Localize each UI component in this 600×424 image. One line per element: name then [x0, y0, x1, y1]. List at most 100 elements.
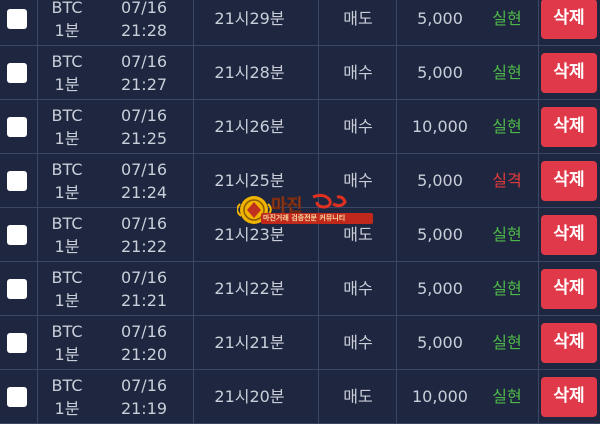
- column-divider: [318, 316, 319, 369]
- delete-button[interactable]: 삭제: [541, 214, 597, 255]
- delete-button[interactable]: 삭제: [541, 0, 597, 39]
- asset-symbol: BTC: [51, 159, 83, 179]
- round-cell: 21시22분: [192, 262, 307, 315]
- row-select-cell[interactable]: [0, 262, 36, 315]
- result-cell: 실현: [476, 262, 538, 315]
- trade-result: 실현: [492, 333, 522, 352]
- row-checkbox[interactable]: [7, 170, 27, 191]
- table-row: BTC 1분 07/16 21:19 21시20분 매도 10,000 실현 삭…: [0, 370, 600, 424]
- column-divider: [318, 370, 319, 423]
- asset-cell: BTC 1분: [38, 208, 96, 261]
- delete-button[interactable]: 삭제: [541, 52, 597, 93]
- asset-symbol: BTC: [51, 213, 83, 233]
- round-cell: 21시26분: [192, 100, 307, 153]
- trade-amount: 10,000: [412, 387, 468, 406]
- asset-cell: BTC 1분: [38, 316, 96, 369]
- delete-button[interactable]: 삭제: [541, 106, 597, 147]
- trade-date: 07/16: [120, 375, 168, 395]
- delete-cell: 삭제: [538, 316, 600, 369]
- amount-cell: 5,000: [396, 262, 484, 315]
- trade-date: 07/16: [120, 321, 168, 341]
- row-checkbox[interactable]: [7, 8, 27, 29]
- type-cell: 매도: [322, 370, 394, 423]
- trade-amount: 10,000: [412, 117, 468, 136]
- table-row: BTC 1분 07/16 21:20 21시21분 매수 5,000 실현 삭제: [0, 316, 600, 370]
- asset-interval: 1분: [54, 290, 80, 310]
- trade-time: 21:28: [120, 20, 168, 40]
- round-label: 21시25분: [214, 171, 285, 190]
- time-cell: 07/16 21:20: [96, 316, 192, 369]
- round-label: 21시26분: [214, 117, 285, 136]
- round-label: 21시23분: [214, 225, 285, 244]
- trade-type: 매수: [343, 171, 373, 190]
- delete-cell: 삭제: [538, 0, 600, 45]
- type-cell: 매수: [322, 316, 394, 369]
- column-divider: [318, 0, 319, 45]
- type-cell: 매수: [322, 100, 394, 153]
- delete-button[interactable]: 삭제: [541, 160, 597, 201]
- row-checkbox[interactable]: [7, 224, 27, 245]
- asset-interval: 1분: [54, 20, 80, 40]
- row-select-cell[interactable]: [0, 370, 36, 423]
- result-cell: 실현: [476, 316, 538, 369]
- row-select-cell[interactable]: [0, 316, 36, 369]
- round-cell: 21시23분: [192, 208, 307, 261]
- trade-type: 매수: [343, 333, 373, 352]
- type-cell: 매수: [322, 154, 394, 207]
- trade-type: 매도: [343, 9, 373, 28]
- table-row: BTC 1분 07/16 21:27 21시28분 매수 5,000 실현 삭제: [0, 46, 600, 100]
- asset-symbol: BTC: [51, 267, 83, 287]
- row-checkbox[interactable]: [7, 386, 27, 407]
- trade-amount: 5,000: [417, 333, 463, 352]
- trade-result: 실현: [492, 9, 522, 28]
- row-checkbox[interactable]: [7, 278, 27, 299]
- amount-cell: 5,000: [396, 208, 484, 261]
- trade-time: 21:24: [120, 182, 168, 202]
- time-cell: 07/16 21:22: [96, 208, 192, 261]
- trade-type: 매수: [343, 279, 373, 298]
- row-select-cell[interactable]: [0, 100, 36, 153]
- asset-cell: BTC 1분: [38, 0, 96, 45]
- column-divider: [318, 262, 319, 315]
- row-select-cell[interactable]: [0, 46, 36, 99]
- row-select-cell[interactable]: [0, 154, 36, 207]
- trade-type: 매도: [343, 387, 373, 406]
- asset-symbol: BTC: [51, 51, 83, 71]
- table-row: BTC 1분 07/16 21:25 21시26분 매수 10,000 실현 삭…: [0, 100, 600, 154]
- trade-time: 21:27: [120, 74, 168, 94]
- asset-cell: BTC 1분: [38, 370, 96, 423]
- amount-cell: 5,000: [396, 154, 484, 207]
- trade-time: 21:19: [120, 398, 168, 418]
- delete-button[interactable]: 삭제: [541, 322, 597, 363]
- asset-interval: 1분: [54, 182, 80, 202]
- delete-button[interactable]: 삭제: [541, 268, 597, 309]
- asset-cell: BTC 1분: [38, 46, 96, 99]
- row-checkbox[interactable]: [7, 62, 27, 83]
- row-checkbox[interactable]: [7, 332, 27, 353]
- trade-amount: 5,000: [417, 225, 463, 244]
- asset-interval: 1분: [54, 128, 80, 148]
- amount-cell: 5,000: [396, 46, 484, 99]
- row-select-cell[interactable]: [0, 0, 36, 45]
- asset-cell: BTC 1분: [38, 154, 96, 207]
- time-cell: 07/16 21:27: [96, 46, 192, 99]
- trade-result: 실격: [492, 171, 522, 190]
- row-select-cell[interactable]: [0, 208, 36, 261]
- trade-date: 07/16: [120, 213, 168, 233]
- row-checkbox[interactable]: [7, 116, 27, 137]
- delete-button[interactable]: 삭제: [541, 376, 597, 417]
- round-cell: 21시29분: [192, 0, 307, 45]
- delete-cell: 삭제: [538, 154, 600, 207]
- type-cell: 매도: [322, 208, 394, 261]
- trade-date: 07/16: [120, 0, 168, 17]
- trade-type: 매수: [343, 63, 373, 82]
- trade-result: 실현: [492, 279, 522, 298]
- type-cell: 매수: [322, 46, 394, 99]
- round-cell: 21시28분: [192, 46, 307, 99]
- trade-time: 21:22: [120, 236, 168, 256]
- asset-cell: BTC 1분: [38, 262, 96, 315]
- asset-interval: 1분: [54, 344, 80, 364]
- delete-cell: 삭제: [538, 46, 600, 99]
- trade-amount: 5,000: [417, 63, 463, 82]
- round-label: 21시29분: [214, 9, 285, 28]
